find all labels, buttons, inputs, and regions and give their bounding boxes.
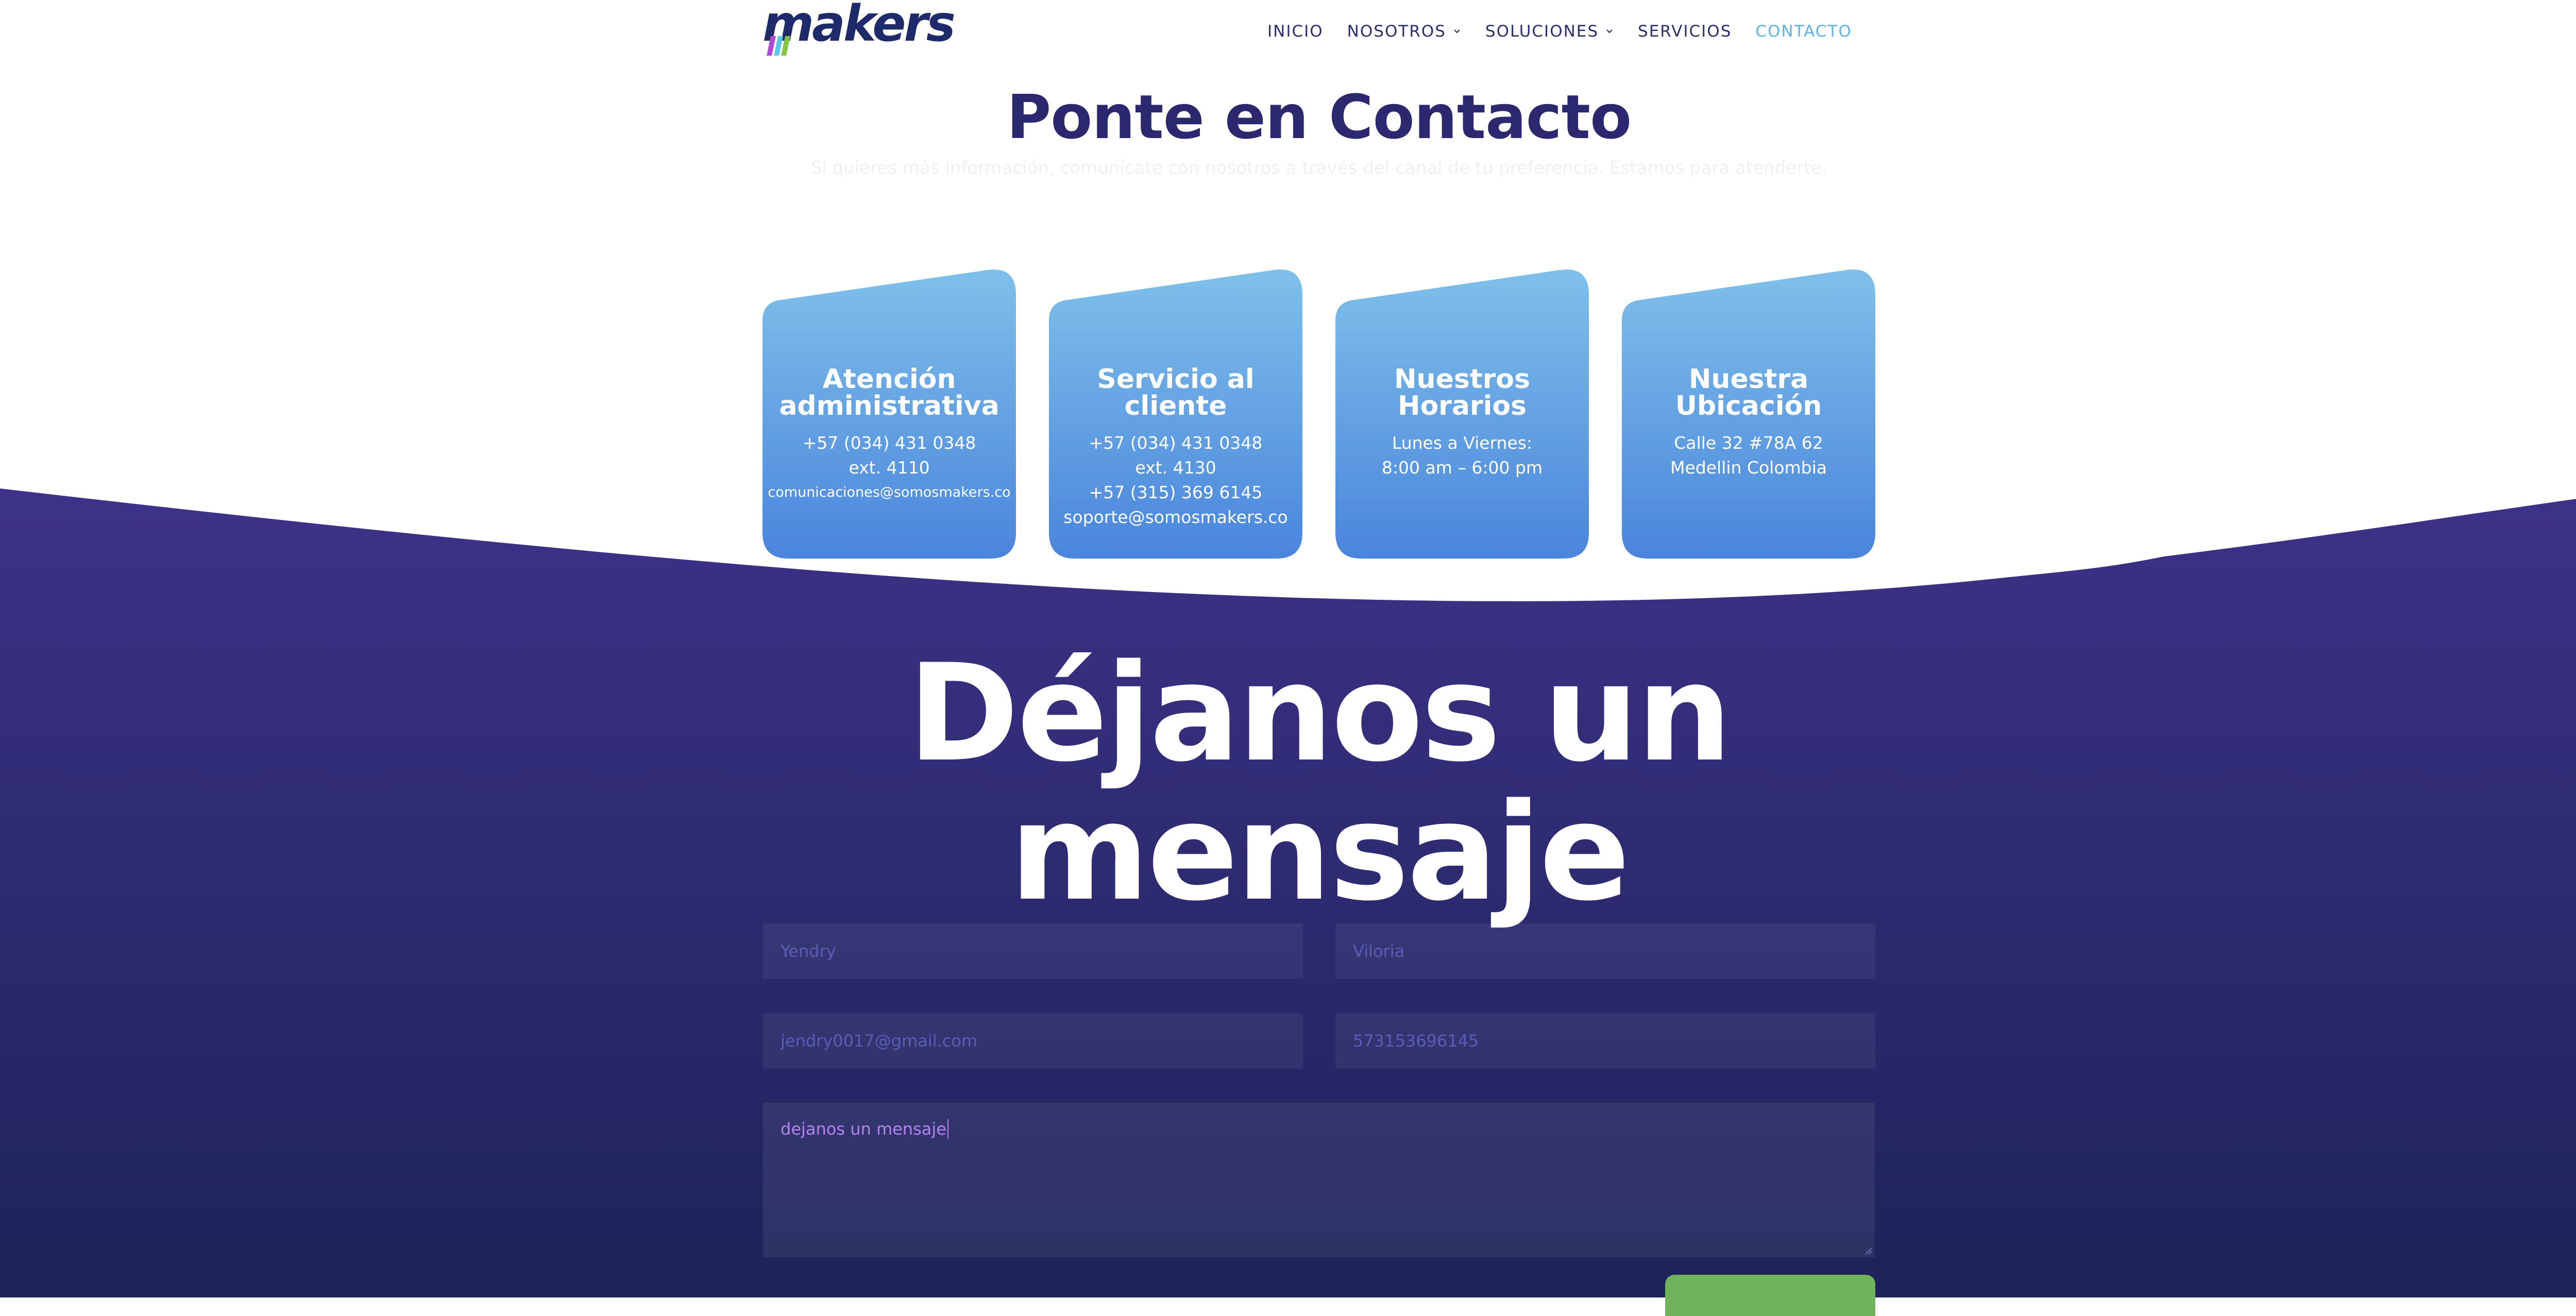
nav-label: CONTACTO <box>1755 22 1852 41</box>
logo-color-stripes-icon <box>767 36 790 56</box>
nav-item-nosotros[interactable]: NOSOTROS <box>1347 22 1462 41</box>
phone-input[interactable]: 573153696145 <box>1335 1013 1875 1069</box>
card-title: Nuestra Ubicación <box>1675 364 1822 421</box>
email-value: jendry0017@gmail.com <box>781 1031 978 1051</box>
card-title: Servicio al cliente <box>1097 364 1255 421</box>
page-title: Ponte en Contacto <box>1006 81 1632 153</box>
nav-label: INICIO <box>1267 22 1324 41</box>
email-input[interactable]: jendry0017@gmail.com <box>763 1013 1303 1069</box>
chevron-down-icon <box>1454 29 1460 33</box>
nav-item-servicios[interactable]: SERVICIOS <box>1638 22 1732 41</box>
main-navigation: INICIO NOSOTROS SOLUCIONES SERVICIOS CON… <box>1267 19 1876 44</box>
first-name-input[interactable]: Yendry <box>763 923 1303 979</box>
makers-logo[interactable]: makers <box>762 0 969 57</box>
card-email-link[interactable]: soporte@somosmakers.co <box>1054 505 1297 530</box>
first-name-value: Yendry <box>781 941 836 961</box>
card-nuestros-horarios: Nuestros Horarios Lunes a Viernes: 8:00 … <box>1335 269 1589 559</box>
site-header: makers INICIO NOSOTROS SOLUCIONES SERVIC… <box>0 0 2576 64</box>
resize-handle-icon[interactable] <box>1862 1245 1873 1255</box>
nav-label: NOSOTROS <box>1347 22 1446 41</box>
card-hours: 8:00 am – 6:00 pm <box>1381 458 1543 478</box>
nav-item-contacto[interactable]: CONTACTO <box>1755 22 1852 41</box>
message-textarea[interactable]: dejanos un mensaje <box>763 1103 1875 1257</box>
card-city: Medellin Colombia <box>1670 458 1827 478</box>
chevron-down-icon <box>1606 29 1613 33</box>
nav-item-soluciones[interactable]: SOLUCIONES <box>1485 22 1614 41</box>
last-name-value: Viloria <box>1353 941 1405 961</box>
card-title: Nuestros Horarios <box>1394 364 1530 421</box>
last-name-input[interactable]: Viloria <box>1335 923 1875 979</box>
card-address: Calle 32 #78A 62 <box>1674 433 1823 453</box>
card-nuestra-ubicacion: Nuestra Ubicación Calle 32 #78A 62 Medel… <box>1622 269 1875 559</box>
page-subtitle: Si quieres más información, comunícate c… <box>810 158 1827 178</box>
text-cursor <box>947 1119 948 1139</box>
card-extension: ext. 4110 <box>849 458 930 478</box>
card-mobile-phone: +57 (315) 369 6145 <box>1089 482 1263 502</box>
card-servicio-al-cliente: Servicio al cliente +57 (034) 431 0348 e… <box>1049 269 1302 559</box>
card-extension: ext. 4130 <box>1135 458 1216 478</box>
card-atencion-administrativa: Atención administrativa +57 (034) 431 03… <box>762 269 1016 559</box>
card-phone: +57 (034) 431 0348 <box>802 433 976 453</box>
submit-button[interactable] <box>1665 1275 1875 1316</box>
phone-value: 573153696145 <box>1353 1031 1479 1051</box>
card-email-link[interactable]: comunicaciones@somosmakers.co <box>768 480 1011 505</box>
nav-item-inicio[interactable]: INICIO <box>1267 22 1324 41</box>
nav-label: SERVICIOS <box>1638 22 1732 41</box>
nav-label: SOLUCIONES <box>1485 22 1599 41</box>
card-title: Atención administrativa <box>779 364 999 421</box>
card-phone: +57 (034) 431 0348 <box>1089 433 1263 453</box>
card-days: Lunes a Viernes: <box>1392 433 1533 453</box>
message-section-heading: Déjanos un mensaje <box>908 636 1732 931</box>
message-value: dejanos un mensaje <box>781 1119 946 1139</box>
